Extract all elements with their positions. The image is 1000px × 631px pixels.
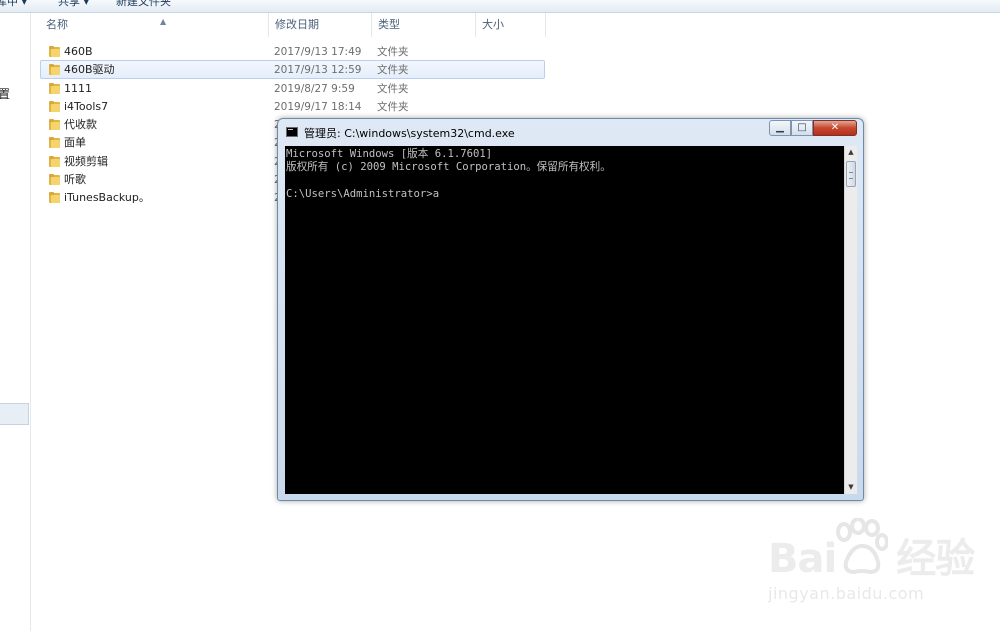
column-header-name[interactable]: 名称 ▲ (40, 13, 269, 37)
folder-icon (49, 100, 60, 112)
toolbar-new-folder-button[interactable]: 新建文件夹 (116, 0, 171, 9)
file-name: iTunesBackup。 (64, 191, 150, 205)
console-output[interactable]: Microsoft Windows [版本 6.1.7601] 版权所有 (c)… (285, 146, 844, 494)
close-button[interactable]: ✕ (813, 120, 857, 136)
folder-icon (49, 137, 60, 149)
scroll-down-arrow-icon[interactable]: ▼ (845, 481, 857, 494)
file-name: 代收款 (64, 118, 97, 132)
file-type: 文件夹 (377, 100, 409, 113)
folder-icon (49, 46, 60, 57)
scrollbar-thumb[interactable] (846, 161, 856, 187)
file-row[interactable]: 460B 2017/9/13 17:49 文件夹 (40, 42, 545, 60)
file-modified: 2019/9/17 18:14 (274, 100, 362, 113)
column-headers: 名称 ▲ 修改日期 类型 大小 (31, 13, 551, 37)
console-prompt[interactable]: C:\Users\Administrator>a (286, 188, 439, 201)
column-header-type-label: 类型 (378, 18, 400, 31)
file-type: 文件夹 (377, 64, 409, 77)
console-line-copyright: 版权所有 (c) 2009 Microsoft Corporation。保留所有… (286, 161, 611, 173)
column-header-modified[interactable]: 修改日期 (269, 13, 372, 37)
cmd-window[interactable]: 管理员: C:\windows\system32\cmd.exe ▁ □ ✕ M… (277, 118, 864, 501)
file-name: 视频剪辑 (64, 154, 108, 168)
baidu-jingyan-watermark: Bai 经验 jingyan.baidu.com (766, 518, 996, 610)
maximize-button[interactable]: □ (791, 120, 813, 136)
toolbar-library-button[interactable]: 库中 ▾ (0, 0, 27, 9)
column-header-type[interactable]: 类型 (372, 13, 476, 37)
folder-icon (49, 64, 60, 76)
navigation-pane: 置 (0, 13, 31, 631)
column-header-size[interactable]: 大小 (476, 13, 546, 37)
file-name: 1111 (64, 81, 92, 95)
file-name: 460B (64, 45, 93, 58)
folder-icon (49, 155, 60, 167)
file-name: i4Tools7 (64, 99, 109, 113)
file-name: 听歌 (64, 173, 86, 187)
explorer-toolbar: 库中 ▾ 共享 ▾ 新建文件夹 (0, 0, 1000, 13)
folder-icon (49, 192, 60, 204)
folder-icon (49, 119, 60, 131)
nav-selected-item[interactable] (0, 403, 29, 425)
file-modified: 2017/9/13 17:49 (274, 46, 362, 58)
file-type: 文件夹 (377, 46, 409, 58)
file-modified: 2017/9/13 12:59 (274, 64, 362, 77)
console-scrollbar[interactable]: ▲ ▼ (844, 146, 857, 494)
baidu-paw-icon (836, 518, 888, 575)
toolbar-share-button[interactable]: 共享 ▾ (58, 0, 89, 9)
minimize-button[interactable]: ▁ (769, 120, 791, 136)
nav-item-partial[interactable]: 置 (0, 85, 10, 102)
console-icon (286, 127, 298, 137)
file-name: 面单 (64, 136, 86, 150)
cmd-titlebar[interactable]: 管理员: C:\windows\system32\cmd.exe ▁ □ ✕ (278, 119, 863, 145)
watermark-subtitle: jingyan.baidu.com (768, 584, 925, 603)
column-header-name-label: 名称 (46, 18, 68, 31)
file-modified: 2019/8/27 9:59 (274, 82, 355, 95)
scroll-up-arrow-icon[interactable]: ▲ (845, 146, 857, 159)
column-header-size-label: 大小 (482, 18, 504, 31)
file-row[interactable]: i4Tools7 2019/9/17 18:14 文件夹 (40, 97, 545, 115)
file-row[interactable]: 1111 2019/8/27 9:59 文件夹 (40, 79, 545, 97)
file-type: 文件夹 (377, 82, 409, 95)
column-header-modified-label: 修改日期 (275, 18, 319, 31)
file-name: 460B驱动 (64, 63, 115, 77)
console-line-version: Microsoft Windows [版本 6.1.7601] (286, 148, 493, 160)
folder-icon (49, 82, 60, 94)
folder-icon (49, 174, 60, 186)
file-row[interactable]: 460B驱动 2017/9/13 12:59 文件夹 (40, 60, 545, 79)
sort-ascending-icon: ▲ (160, 17, 167, 26)
cmd-title: 管理员: C:\windows\system32\cmd.exe (304, 127, 515, 140)
